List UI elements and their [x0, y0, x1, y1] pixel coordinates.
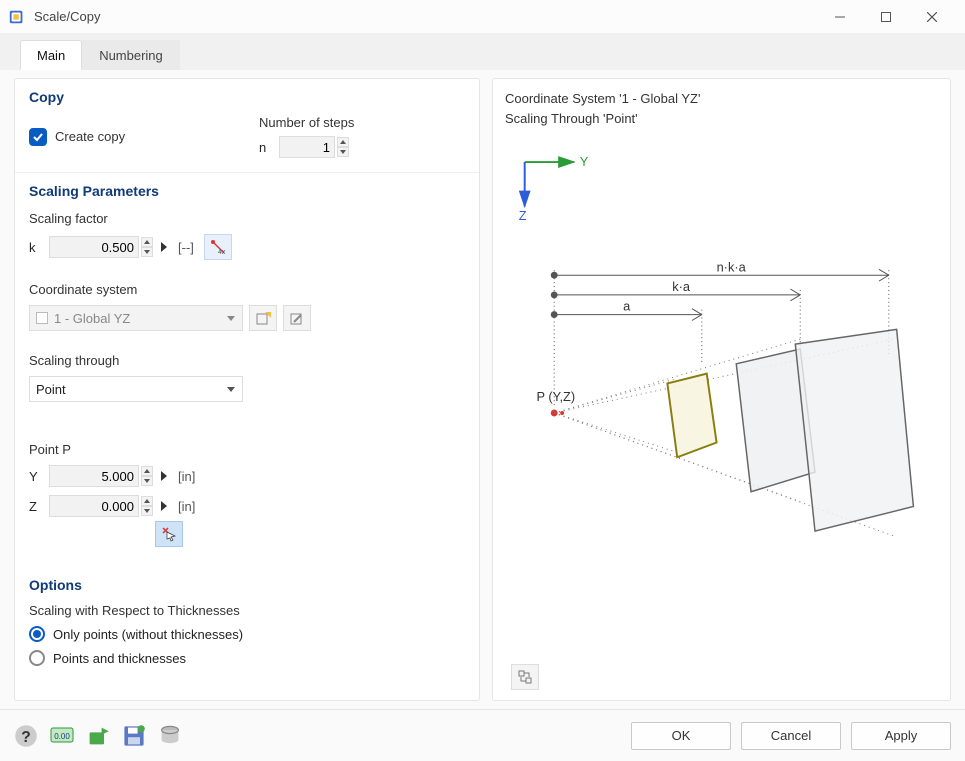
floppy-icon — [122, 724, 146, 748]
create-copy-checkbox[interactable] — [29, 128, 47, 146]
preview-line1: Coordinate System '1 - Global YZ' — [505, 89, 938, 109]
svg-text:?: ? — [21, 729, 31, 746]
axis-z-label: Z — [519, 208, 527, 223]
create-copy-label: Create copy — [55, 129, 125, 144]
preview-line2: Scaling Through 'Point' — [505, 109, 938, 129]
svg-text:a: a — [623, 299, 631, 314]
chevron-down-icon — [226, 384, 236, 394]
maximize-icon — [881, 12, 891, 22]
edit-icon — [289, 310, 305, 326]
y-unit: [in] — [178, 469, 195, 484]
scale-multiply-button[interactable]: 4x — [204, 234, 232, 260]
new-icon — [255, 310, 271, 326]
tab-strip: Main Numbering — [0, 34, 965, 70]
k-label: k — [29, 240, 49, 255]
svg-text:n·k·a: n·k·a — [717, 259, 747, 274]
svg-text:4x: 4x — [218, 249, 226, 255]
k-input[interactable] — [49, 236, 139, 258]
coord-system-select[interactable]: 1 - Global YZ — [29, 305, 243, 331]
z-step-button[interactable] — [156, 495, 172, 517]
k-spin-down[interactable] — [141, 247, 153, 257]
apply-button[interactable]: Apply — [851, 722, 951, 750]
svg-text:k·a: k·a — [672, 279, 691, 294]
titlebar: Scale/Copy — [0, 0, 965, 34]
preview-panel: Coordinate System '1 - Global YZ' Scalin… — [492, 78, 951, 701]
radio-dot-icon — [29, 626, 45, 642]
point-p-title: Point P — [29, 442, 465, 457]
app-icon — [8, 8, 26, 26]
k-spin-up[interactable] — [141, 237, 153, 247]
section-title-options: Options — [29, 577, 465, 593]
radio-points-thicknesses-label: Points and thicknesses — [53, 651, 186, 666]
tab-main[interactable]: Main — [20, 40, 82, 70]
n-spin-down[interactable] — [337, 147, 349, 157]
close-icon — [927, 12, 937, 22]
coord-edit-button[interactable] — [283, 305, 311, 331]
export-icon — [86, 724, 110, 748]
k-unit: [--] — [178, 240, 194, 255]
k-step-button[interactable] — [156, 236, 172, 258]
chevron-down-icon — [226, 313, 236, 323]
tab-numbering[interactable]: Numbering — [82, 40, 180, 70]
number-of-steps-label: Number of steps — [259, 115, 465, 130]
left-panel: Copy Create copy Number of steps n — [14, 78, 480, 701]
database-icon — [158, 724, 182, 748]
section-title-copy: Copy — [29, 89, 465, 105]
help-button[interactable]: ? — [14, 724, 38, 748]
help-icon: ? — [14, 724, 38, 748]
z-unit: [in] — [178, 499, 195, 514]
section-scaling: Scaling Parameters Scaling factor k [--] — [15, 173, 479, 700]
z-spin-down[interactable] — [141, 506, 153, 516]
n-label: n — [259, 140, 279, 155]
close-button[interactable] — [909, 2, 955, 32]
preview-settings-button[interactable] — [511, 664, 539, 690]
y-label: Y — [29, 469, 49, 484]
coord-system-value: 1 - Global YZ — [54, 311, 130, 326]
radio-dot-icon — [29, 650, 45, 666]
scaling-through-value: Point — [36, 382, 66, 397]
footer: ? 0.00 OK Cancel Apply — [0, 709, 965, 761]
y-spin-up[interactable] — [141, 466, 153, 476]
minimize-icon — [835, 12, 845, 22]
n-input[interactable] — [279, 136, 335, 158]
coord-system-label: Coordinate system — [29, 282, 465, 297]
units-button[interactable]: 0.00 — [50, 724, 74, 748]
check-icon — [32, 131, 44, 143]
swap-view-icon — [517, 669, 533, 685]
respect-thickness-label: Scaling with Respect to Thicknesses — [29, 603, 465, 618]
radio-only-points[interactable]: Only points (without thicknesses) — [29, 626, 465, 642]
pick-point-button[interactable] — [155, 521, 183, 547]
z-spin-up[interactable] — [141, 496, 153, 506]
scaling-through-select[interactable]: Point — [29, 376, 243, 402]
n-spin-up[interactable] — [337, 137, 349, 147]
section-copy: Copy Create copy Number of steps n — [15, 79, 479, 173]
svg-text:0.00: 0.00 — [54, 732, 70, 741]
scaling-through-label: Scaling through — [29, 353, 465, 368]
multiply-icon: 4x — [210, 239, 226, 255]
section-title-scaling: Scaling Parameters — [29, 183, 465, 199]
cursor-pick-icon — [161, 526, 177, 542]
save-button[interactable] — [122, 724, 146, 748]
cancel-button[interactable]: Cancel — [741, 722, 841, 750]
minimize-button[interactable] — [817, 2, 863, 32]
coord-new-button[interactable] — [249, 305, 277, 331]
scaling-factor-label: Scaling factor — [29, 211, 465, 226]
preview-header: Coordinate System '1 - Global YZ' Scalin… — [505, 89, 938, 128]
axis-y-label: Y — [580, 154, 589, 169]
y-step-button[interactable] — [156, 465, 172, 487]
svg-text:P (Y,Z): P (Y,Z) — [536, 389, 575, 404]
radio-only-points-label: Only points (without thicknesses) — [53, 627, 243, 642]
z-label: Z — [29, 499, 49, 514]
window-title: Scale/Copy — [34, 9, 817, 24]
radio-points-and-thicknesses[interactable]: Points and thicknesses — [29, 650, 465, 666]
units-icon: 0.00 — [50, 727, 74, 745]
ok-button[interactable]: OK — [631, 722, 731, 750]
y-spin-down[interactable] — [141, 476, 153, 486]
database-button[interactable] — [158, 724, 182, 748]
y-input[interactable] — [49, 465, 139, 487]
z-input[interactable] — [49, 495, 139, 517]
export-button[interactable] — [86, 724, 110, 748]
preview-canvas: Y Z — [505, 136, 938, 690]
maximize-button[interactable] — [863, 2, 909, 32]
